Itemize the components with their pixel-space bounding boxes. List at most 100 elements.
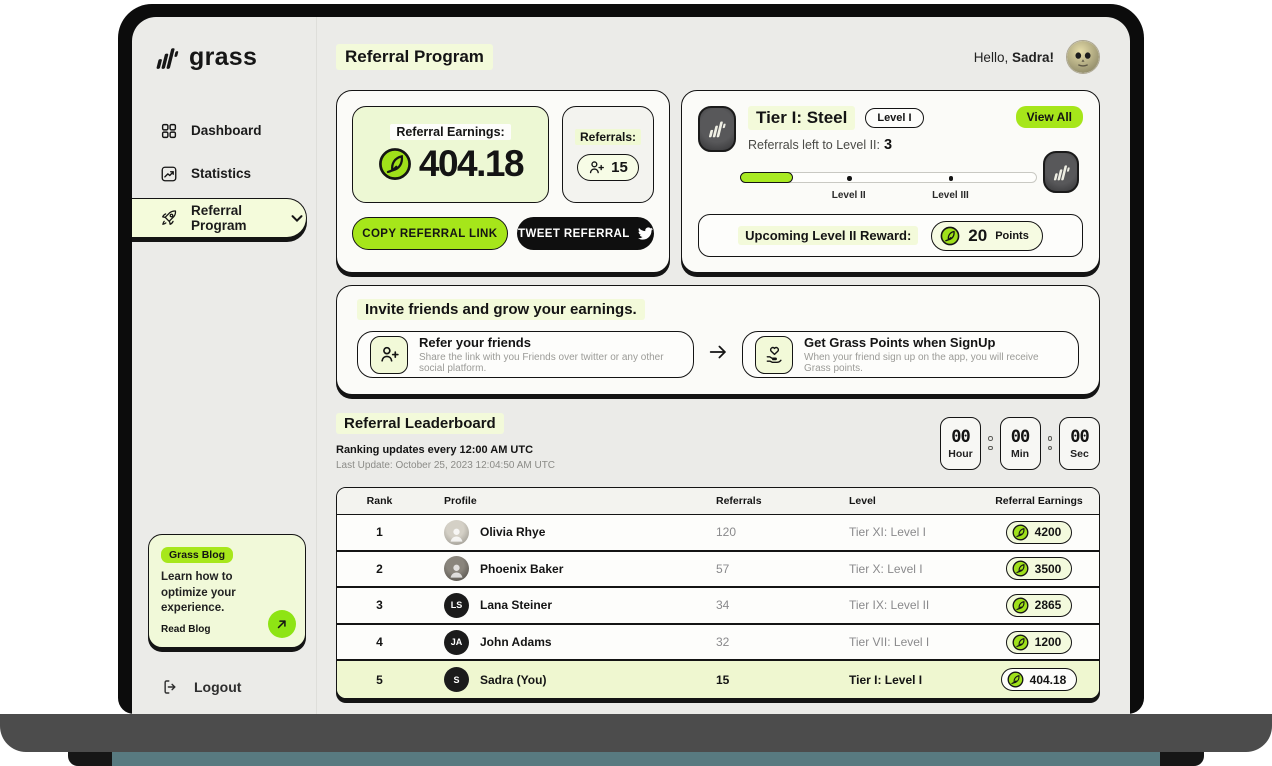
view-all-button[interactable]: View All [1015, 106, 1083, 128]
blog-arrow-button[interactable] [268, 610, 296, 638]
rank-cell: 2 [376, 561, 383, 576]
rank-cell: 4 [376, 635, 383, 650]
countdown-min-box: 00 Min [999, 416, 1041, 470]
earnings-amount: 4200 [1034, 525, 1062, 540]
progress-fill [740, 171, 794, 183]
column-profile: Profile [444, 495, 477, 507]
avatar-initials: S [444, 667, 469, 693]
sidebar-item-referral-program[interactable]: Referral Program [132, 198, 307, 238]
leaf-coin-icon [378, 148, 411, 180]
earnings-box: Referral Earnings: 404.18 [352, 106, 549, 203]
profile-name: Lana Steiner [480, 598, 553, 613]
sidebar-item-dashboard[interactable]: Dashboard [132, 112, 316, 149]
referrals-cell: 57 [716, 561, 730, 576]
countdown-sec-value: 00 [1070, 426, 1090, 447]
logout-label: Logout [194, 679, 242, 695]
earnings-label: Referral Earnings: [390, 124, 511, 140]
earnings-pill: 2865 [1005, 593, 1073, 617]
countdown-hour-box: 00 Hour [940, 416, 981, 470]
earnings-pill: 1200 [1005, 630, 1073, 654]
leaderboard-title: Referral Leaderboard [336, 413, 504, 434]
earnings-amount: 2865 [1034, 598, 1062, 613]
earnings-amount: 404.18 [1029, 672, 1067, 687]
countdown-separator [1047, 436, 1052, 450]
countdown-hour-value: 00 [951, 426, 971, 447]
leaf-coin-icon [1012, 524, 1029, 541]
level-cell: Tier VII: Level I [849, 635, 930, 650]
referrals-cell: 15 [716, 672, 730, 687]
tweet-referral-button[interactable]: TWEET REFERRAL [516, 217, 654, 250]
referrals-left-value: 3 [884, 137, 893, 153]
invite-step-refer: Refer your friends Share the link with y… [357, 331, 694, 378]
leaderboard-header: Referral Leaderboard Ranking updates eve… [336, 413, 1100, 471]
leaderboard-last-update: Last Update: October 25, 2023 12:04:50 A… [336, 460, 556, 471]
level-cell: Tier XI: Level I [849, 525, 926, 540]
profile-name: John Adams [480, 635, 552, 650]
level-cell: Tier IX: Level II [849, 598, 930, 613]
avatar-initials: JA [444, 629, 469, 655]
tier-progress: Level II Level III [698, 151, 1083, 211]
twitter-icon [637, 227, 653, 240]
profile-name: Sadra (You) [480, 672, 547, 687]
grass-badge-icon [708, 121, 727, 138]
countdown-timer: 00 Hour 00 Min 00 Sec [940, 415, 1100, 471]
referrals-cell: 34 [716, 598, 730, 613]
invite-heading: Invite friends and grow your earnings. [357, 299, 645, 320]
tier-card: Tier I: Steel Level I Referrals left to … [681, 90, 1100, 273]
user-plus-icon [590, 160, 605, 173]
top-cards-row: Referral Earnings: 404.18 Referrals: 15 [336, 90, 1100, 273]
grass-badge-icon [1053, 164, 1070, 180]
profile-cell: LS Lana Steiner [422, 592, 710, 618]
earnings-cell: 404.18 [979, 668, 1099, 692]
countdown-hour-unit: Hour [948, 447, 973, 460]
earnings-cell: 2865 [979, 593, 1099, 617]
level3-milestone-dot [948, 176, 954, 181]
table-row: 1 Olivia Rhye 120 Tier XI: Level I 4200 [337, 515, 1099, 552]
greeting-block: Hello, Sadra! [974, 40, 1100, 74]
leaf-coin-icon [1007, 671, 1024, 688]
reward-label: Upcoming Level II Reward: [738, 226, 919, 245]
sidebar-item-label: Statistics [191, 166, 252, 181]
profile-cell: S Sadra (You) [422, 667, 710, 693]
countdown-separator [988, 436, 993, 450]
person-silhouette-icon [450, 528, 463, 542]
tier-title: Tier I: Steel [748, 106, 856, 130]
tweet-referral-label: TWEET REFERRAL [518, 227, 630, 240]
earnings-cell: 1200 [979, 630, 1099, 654]
progress-track: Level II Level III [740, 171, 1037, 201]
referral-earnings-card: Referral Earnings: 404.18 Referrals: 15 [336, 90, 670, 273]
step-icon-box [755, 335, 793, 374]
user-avatar[interactable] [1066, 40, 1100, 74]
earnings-amount: 1200 [1034, 635, 1062, 650]
brand-logo: grass [154, 43, 316, 72]
user-plus-icon [380, 346, 399, 362]
earnings-cell: 4200 [979, 520, 1099, 544]
app-window: grass Dashboard Statistics Referral Prog… [132, 17, 1130, 714]
leaf-coin-icon [1012, 597, 1029, 614]
earnings-pill: 404.18 [1000, 668, 1078, 692]
laptop-base [0, 714, 1272, 752]
person-silhouette-icon [450, 565, 463, 579]
main-content: Referral Program Hello, Sadra! Referral … [317, 17, 1130, 714]
greeting-text: Hello, [973, 49, 1009, 65]
referrals-left-label: Referrals left to Level II: [748, 138, 881, 152]
profile-name: Olivia Rhye [480, 525, 546, 540]
column-referrals: Referrals [716, 495, 762, 507]
hand-heart-icon [766, 346, 782, 363]
logout-button[interactable]: Logout [132, 678, 316, 696]
referrals-label: Referrals: [574, 128, 642, 145]
blog-text: Learn how to optimize your experience. [161, 571, 236, 615]
arrow-right-icon [707, 341, 729, 368]
profile-name: Phoenix Baker [480, 561, 564, 576]
avatar [444, 556, 469, 582]
copy-referral-link-button[interactable]: COPY REFERRAL LINK [352, 217, 508, 250]
sidebar-item-statistics[interactable]: Statistics [132, 155, 316, 192]
reward-points-pill: 20 Points [931, 220, 1043, 251]
table-header-row: Rank Profile Referrals Level Referral Ea… [337, 488, 1099, 515]
table-row: 3 LS Lana Steiner 34 Tier IX: Level II 2… [337, 588, 1099, 625]
earnings-amount: 3500 [1034, 561, 1062, 576]
progress-end-badge [1043, 151, 1079, 193]
rank-cell: 3 [376, 598, 383, 613]
upcoming-reward-bar: Upcoming Level II Reward: 20 Points [698, 214, 1083, 257]
grass-blog-card[interactable]: Grass Blog Learn how to optimize your ex… [148, 534, 306, 648]
